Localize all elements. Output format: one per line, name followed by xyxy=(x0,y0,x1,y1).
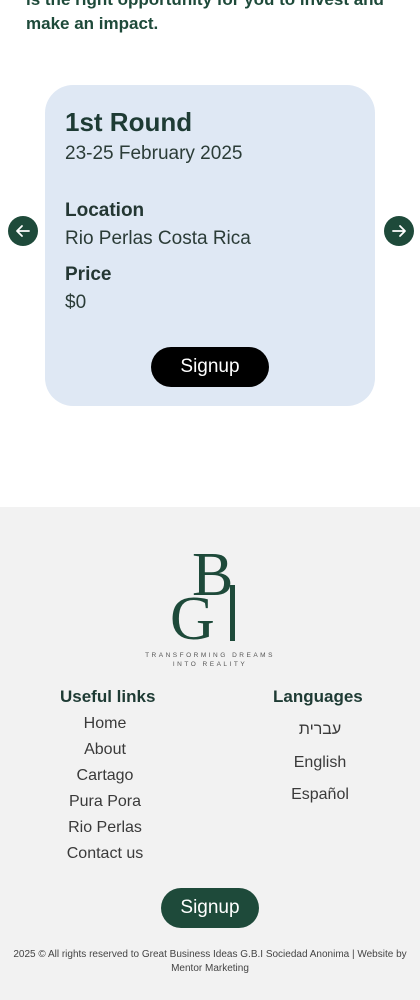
logo-letter-g: G xyxy=(170,585,215,653)
carousel-next-button[interactable] xyxy=(384,216,414,246)
bgi-logo: B G TRANSFORMING DREAMS INTO REALITY xyxy=(145,541,275,668)
price-label: Price xyxy=(65,264,112,285)
price-value: $0 xyxy=(65,292,87,313)
arrow-left-icon xyxy=(16,225,30,237)
footer: B G TRANSFORMING DREAMS INTO REALITY Use… xyxy=(0,507,420,1000)
footer-link-rio-perlas[interactable]: Rio Perlas xyxy=(5,819,205,837)
copyright-text: 2025 © All rights reserved to Great Busi… xyxy=(13,949,407,974)
footer-signup-button[interactable]: Signup xyxy=(161,888,259,928)
carousel-prev-button[interactable] xyxy=(8,216,38,246)
round-title: 1st Round xyxy=(65,107,193,137)
language-spanish[interactable]: Español xyxy=(220,786,420,804)
footer-link-contact-us[interactable]: Contact us xyxy=(5,845,205,863)
location-label: Location xyxy=(65,200,145,221)
useful-links-title: Useful links xyxy=(60,687,156,706)
intro-text: is the right opportunity for you to inve… xyxy=(26,0,384,33)
languages-title: Languages xyxy=(273,687,363,706)
language-english[interactable]: English xyxy=(220,754,420,772)
round-date: 23-25 February 2025 xyxy=(65,143,243,164)
arrow-right-icon xyxy=(392,225,406,237)
logo-tagline-line1: TRANSFORMING DREAMS xyxy=(145,652,275,659)
footer-link-cartago[interactable]: Cartago xyxy=(5,767,205,785)
logo-tagline-line2: INTO REALITY xyxy=(173,661,247,668)
footer-link-pura-pora[interactable]: Pura Pora xyxy=(5,793,205,811)
language-hebrew[interactable]: עברית xyxy=(220,721,420,739)
round-card: 1st Round 23-25 February 2025 Location R… xyxy=(45,85,375,406)
footer-link-about[interactable]: About xyxy=(5,741,205,759)
footer-link-home[interactable]: Home xyxy=(5,715,205,733)
card-signup-button[interactable]: Signup xyxy=(151,347,269,387)
location-value: Rio Perlas Costa Rica xyxy=(65,228,251,249)
